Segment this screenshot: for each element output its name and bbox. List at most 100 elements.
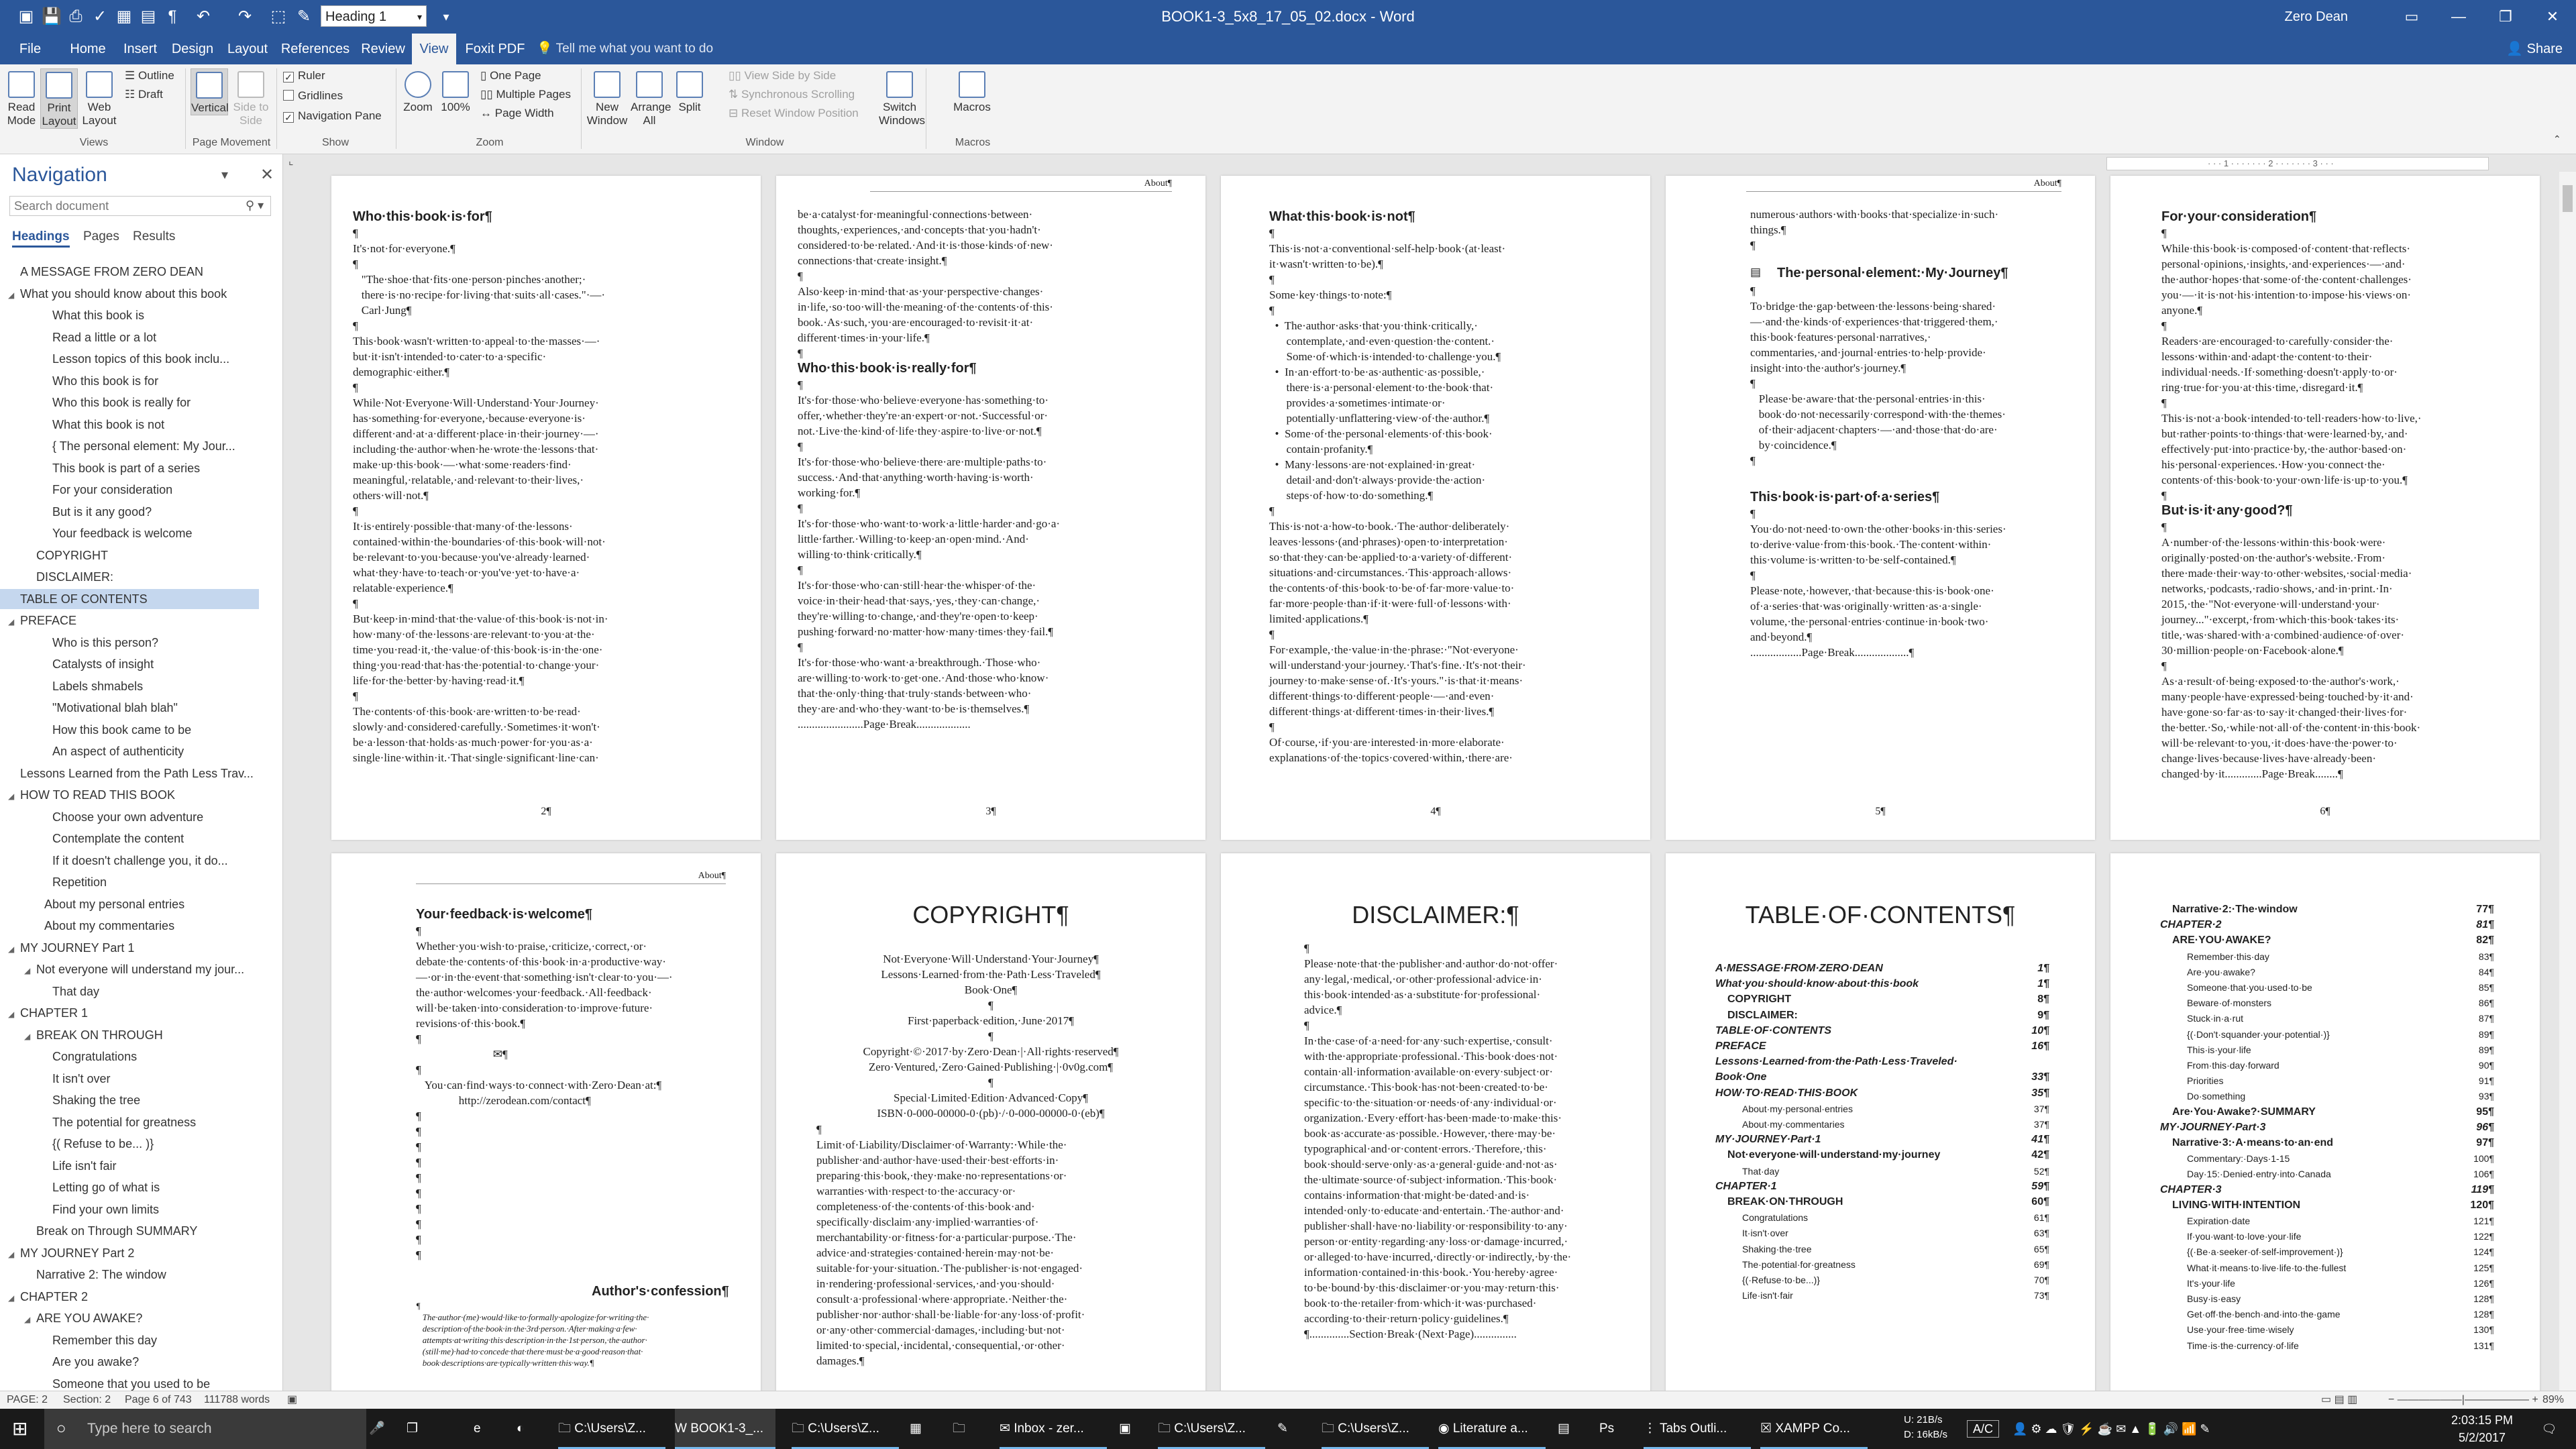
nav-heading-item[interactable]: { The personal element: My Jour... bbox=[0, 436, 259, 456]
page-3[interactable]: About¶ be·a·catalyst·for·meaningful·conn… bbox=[776, 176, 1205, 840]
taskbar-outlook[interactable]: ✉ Inbox - zer... bbox=[1000, 1409, 1107, 1449]
vertical-button[interactable]: Vertical bbox=[191, 68, 229, 115]
toc-entry[interactable]: {(·Be·a·seeker·of·self-improvement·)} 124… bbox=[2187, 1244, 2494, 1260]
gridlines-checkbox[interactable]: Gridlines bbox=[283, 89, 343, 103]
nav-heading-item[interactable]: ◢ PREFACE bbox=[0, 610, 259, 631]
microphone-icon[interactable]: 🎤 bbox=[369, 1409, 389, 1449]
toc-entry[interactable]: CHAPTER·1 59¶ bbox=[1715, 1179, 2049, 1195]
taskbar-explorer-4[interactable]: 🗀 C:\Users\Z... bbox=[1322, 1409, 1429, 1449]
document-area[interactable]: Who·this·book·is·for¶ ¶ It's·not·for·eve… bbox=[309, 172, 2559, 1391]
close-icon[interactable]: ✕ bbox=[260, 165, 274, 184]
notifications-icon[interactable]: 🗨 bbox=[2536, 1409, 2563, 1449]
toc-entry[interactable]: From·this·day·forward 90¶ bbox=[2187, 1057, 2494, 1073]
read-mode-icon[interactable]: ▭ ▤ ▥ bbox=[2321, 1391, 2357, 1409]
taskbar-search[interactable]: Type here to search bbox=[44, 1409, 366, 1449]
photoshop-icon[interactable]: Ps bbox=[1599, 1409, 1619, 1449]
synchronous-scrolling-button[interactable]: ⇅ Synchronous Scrolling bbox=[729, 87, 855, 102]
zoom-100-button[interactable]: 100% bbox=[437, 68, 474, 114]
toc-entry[interactable]: HOW·TO·READ·THIS·BOOK 35¶ bbox=[1715, 1085, 2049, 1102]
nav-heading-item[interactable]: An aspect of authenticity bbox=[0, 741, 259, 761]
toc-entry[interactable]: {(·Refuse·to·be...)} 70¶ bbox=[1742, 1272, 2049, 1288]
toc-entry[interactable]: BREAK·ON·THROUGH 60¶ bbox=[1727, 1194, 2049, 1210]
toc-entry[interactable]: Life·isn't·fair 73¶ bbox=[1742, 1287, 2049, 1303]
nav-menu-icon[interactable]: ▾ bbox=[221, 166, 228, 183]
toc-entry[interactable]: Time·is·the·currency·of·life 131¶ bbox=[2187, 1338, 2494, 1354]
search-input[interactable]: Search document bbox=[9, 196, 271, 216]
collapse-ribbon-icon[interactable]: ⌃ bbox=[2553, 131, 2561, 146]
nav-heading-item[interactable]: ◢ CHAPTER 2 bbox=[0, 1287, 259, 1307]
nav-heading-item[interactable]: DISCLAIMER: bbox=[0, 567, 259, 587]
read-mode-button[interactable]: Read Mode bbox=[4, 68, 39, 127]
status-section[interactable]: Section: 2 bbox=[63, 1391, 111, 1409]
toc-entry[interactable]: Use·your·free·time·wisely 130¶ bbox=[2187, 1322, 2494, 1338]
collapse-triangle-icon[interactable]: ◢ bbox=[24, 1309, 36, 1328]
arrange-all-button[interactable]: Arrange All bbox=[631, 68, 671, 127]
one-page-button[interactable]: ▯ One Page bbox=[480, 68, 541, 83]
collapse-triangle-icon[interactable]: ◢ bbox=[8, 939, 20, 958]
toc-entry[interactable]: Are·you·awake? 84¶ bbox=[2187, 964, 2494, 980]
tab-design[interactable]: Design bbox=[169, 34, 216, 64]
toc-entry[interactable]: DISCLAIMER: 9¶ bbox=[1727, 1008, 2049, 1024]
tab-view[interactable]: View bbox=[412, 34, 456, 64]
nav-heading-item[interactable]: Repetition bbox=[0, 872, 259, 892]
maximize-button[interactable]: ❐ bbox=[2482, 0, 2529, 34]
nav-heading-item[interactable]: TABLE OF CONTENTS bbox=[0, 588, 259, 609]
zoom-level[interactable]: 89% bbox=[2542, 1391, 2564, 1409]
toc-entry[interactable]: Book·One 33¶ bbox=[1715, 1069, 2049, 1085]
ribbon-options-button[interactable]: ▭ bbox=[2388, 0, 2435, 34]
taskbar-explorer-3[interactable]: 🗀 C:\Users\Z... bbox=[1158, 1409, 1265, 1449]
nav-heading-item[interactable]: Read a little or a lot bbox=[0, 327, 259, 347]
user-name[interactable]: Zero Dean bbox=[2285, 0, 2349, 34]
nav-heading-item[interactable]: Your feedback is welcome bbox=[0, 523, 259, 543]
toc-entry[interactable]: Busy·is·easy 128¶ bbox=[2187, 1291, 2494, 1307]
taskbar-chrome[interactable]: ◉ Literature a... bbox=[1438, 1409, 1546, 1449]
toc-entry[interactable]: If·you·want·to·love·your·life 122¶ bbox=[2187, 1228, 2494, 1244]
nav-heading-item[interactable]: ◢ MY JOURNEY Part 1 bbox=[0, 938, 259, 958]
nav-heading-item[interactable]: ◢ Not everyone will understand my jour... bbox=[0, 959, 259, 979]
toc-entry[interactable]: Narrative·2:·The·window 77¶ bbox=[2172, 902, 2494, 918]
nav-heading-item[interactable]: That day bbox=[0, 981, 259, 1002]
tab-pages[interactable]: Pages bbox=[83, 229, 119, 244]
ruler-checkbox[interactable]: ✓ Ruler bbox=[283, 68, 325, 83]
nav-heading-item[interactable]: ◢ CHAPTER 1 bbox=[0, 1003, 259, 1023]
tab-results[interactable]: Results bbox=[133, 229, 175, 244]
nav-heading-item[interactable]: About my personal entries bbox=[0, 894, 259, 914]
nav-heading-item[interactable]: For your consideration bbox=[0, 480, 259, 500]
switch-windows-button[interactable]: Switch Windows bbox=[879, 68, 925, 127]
draft-button[interactable]: ☷ Draft bbox=[125, 87, 163, 102]
toc-entry[interactable]: That·day 52¶ bbox=[1742, 1163, 2049, 1179]
reset-window-position-button[interactable]: ⊟ Reset Window Position bbox=[729, 106, 859, 121]
toc-entry[interactable]: Narrative·3:·A·means·to·an·end 97¶ bbox=[2172, 1135, 2494, 1151]
nav-heading-item[interactable]: A MESSAGE FROM ZERO DEAN bbox=[0, 262, 259, 282]
nav-heading-item[interactable]: "Motivational blah blah" bbox=[0, 698, 259, 718]
horizontal-ruler[interactable]: · · · 1 · · · · · · · 2 · · · · · · · 3 … bbox=[2106, 157, 2489, 170]
ac-indicator[interactable]: A/C bbox=[1967, 1409, 2000, 1449]
nav-heading-item[interactable]: How this book came to be bbox=[0, 720, 259, 740]
status-page[interactable]: PAGE: 2 bbox=[7, 1391, 48, 1409]
toc-entry[interactable]: Beware·of·monsters 86¶ bbox=[2187, 995, 2494, 1011]
page-6[interactable]: For·your·consideration¶ ¶ While·this·boo… bbox=[2110, 176, 2540, 840]
tab-review[interactable]: Review bbox=[358, 34, 408, 64]
minimize-button[interactable]: — bbox=[2435, 0, 2482, 34]
toc-entry[interactable]: LIVING·WITH·INTENTION 120¶ bbox=[2172, 1197, 2494, 1214]
taskbar-tabs-outliner[interactable]: ⋮ Tabs Outli... bbox=[1644, 1409, 1751, 1449]
scroll-thumb[interactable] bbox=[2563, 185, 2573, 212]
share-button[interactable]: 👤 Share bbox=[2506, 34, 2563, 64]
nav-heading-item[interactable]: Lessons Learned from the Path Less Trav.… bbox=[0, 763, 259, 784]
page-5[interactable]: About¶ numerous·authors·with·books·that·… bbox=[1666, 176, 2095, 840]
tab-file[interactable]: File bbox=[15, 34, 46, 64]
toc-entry[interactable]: About·my·personal·entries 37¶ bbox=[1742, 1101, 2049, 1117]
split-button[interactable]: Split bbox=[672, 68, 707, 114]
taskbar-word[interactable]: W BOOK1-3_... bbox=[675, 1409, 775, 1449]
toc-entry[interactable]: Shaking·the·tree 65¶ bbox=[1742, 1241, 2049, 1257]
nav-heading-item[interactable]: It isn't over bbox=[0, 1069, 259, 1089]
print-layout-button[interactable]: Print Layout bbox=[40, 68, 78, 129]
nav-heading-item[interactable]: Catalysts of insight bbox=[0, 654, 259, 674]
taskbar-explorer-1[interactable]: 🗀 C:\Users\Z... bbox=[558, 1409, 665, 1449]
clock[interactable]: 2:03:15 PM 5/2/2017 bbox=[2442, 1409, 2522, 1449]
app-icon[interactable]: ◐ bbox=[517, 1409, 537, 1449]
page-10[interactable]: TABLE·OF·CONTENTS¶ A·MESSAGE·FROM·ZERO·D… bbox=[1666, 853, 2095, 1391]
toc-entry[interactable]: PREFACE 16¶ bbox=[1715, 1038, 2049, 1055]
page-width-button[interactable]: ↔ Page Width bbox=[480, 106, 554, 121]
toc-entry[interactable]: A·MESSAGE·FROM·ZERO·DEAN 1¶ bbox=[1715, 961, 2049, 977]
